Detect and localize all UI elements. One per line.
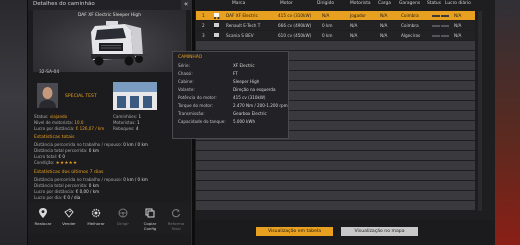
table-row[interactable]: 1 DAF XF Electric 415 cv (310kW) N/A Jog… (196, 11, 475, 20)
license-plate: 32-SA-04 (39, 70, 60, 75)
empty-row (196, 171, 475, 180)
tooltip-title: CAMINHÃO (178, 55, 203, 60)
tooltip-key: Potência do motor: (178, 95, 217, 100)
upgrade-gear-icon (91, 208, 101, 218)
garage-drivers-row: Motoristas: 1 (113, 120, 140, 125)
condition-stars: ★★★★★ (55, 161, 78, 166)
refresh-icon (171, 209, 181, 218)
driver-avatar (37, 83, 58, 108)
empty-row (196, 161, 475, 170)
tooltip-key: Volante: (178, 87, 195, 92)
sell-button[interactable]: Vender (56, 203, 82, 233)
copy-icon (145, 208, 155, 218)
table-row[interactable]: 3 Scania S BEV 610 cv (450kW) 0 km N/A N… (196, 31, 475, 40)
column-header-daily-profit[interactable]: Lucro diário (445, 1, 471, 6)
column-header-motor[interactable]: Motor (280, 1, 293, 6)
tooltip-key: Série: (178, 63, 190, 68)
tooltip-key: Transmissão: (178, 111, 205, 116)
full-repair-button[interactable]: Reforma Total (163, 203, 189, 233)
truck-image (91, 21, 148, 66)
tooltip-key: Cabine: (178, 79, 194, 84)
column-header-garages[interactable]: Garagens (399, 1, 420, 6)
table-view-button[interactable]: Visualização em tabela (256, 227, 333, 236)
location-pin-icon (39, 208, 47, 218)
relocate-button[interactable]: Realocar (30, 203, 56, 233)
driver-name[interactable]: SPECIAL TEST (65, 94, 97, 99)
sell-icon (64, 208, 74, 218)
truck-thumbnail-icon (214, 23, 220, 29)
steering-wheel-icon (118, 208, 128, 218)
empty-row (196, 41, 475, 50)
recent-work-rest-row: Distância percorrida no trabalho / repou… (34, 177, 148, 182)
condition-row: Condição: ★★★★★ (34, 160, 78, 166)
panel-header: Detalhes do caminhão « (28, 0, 191, 10)
garage-trucks-row: Caminhões: 1 (113, 114, 142, 119)
tooltip-value: Sleeper High (233, 79, 260, 84)
empty-row (196, 181, 475, 190)
tooltip-value: XF Electric (233, 63, 255, 68)
tooltip-value: 5.000 kWh (233, 119, 256, 124)
tooltip-key: Capacidade do tanque: (178, 119, 226, 124)
column-header-driver[interactable]: Motorista (350, 1, 371, 6)
map-view-button[interactable]: Visualização no mapa (341, 227, 418, 236)
status-bar (432, 33, 449, 38)
copy-config-button[interactable]: Copiar Config (137, 203, 163, 233)
truck-preview: DAF XF Electric Sleeper High 32-SA-04 ★ (33, 10, 187, 76)
total-stats-title: Estatísticas totais (34, 135, 75, 140)
garage-image (113, 82, 157, 110)
tooltip-key: Chassi: (178, 71, 193, 76)
truck-thumbnail-icon (214, 33, 220, 39)
empty-row (196, 141, 475, 150)
recent-profit-distance-row: Lucro por distância: € 0,00 / km (34, 189, 100, 194)
tooltip-value: FT (233, 71, 238, 76)
tooltip-value: 2.470 Nm / 200-1.200 rpm (233, 103, 288, 108)
truck-thumbnail-icon (214, 13, 220, 19)
truck-info-tooltip: CAMINHÃO Série: XF Electric Chassi: FT C… (172, 51, 289, 139)
tooltip-value: Direção na esquerda (233, 87, 276, 92)
driver-level-row: Nível de motorista: 10.0 (34, 120, 84, 125)
recent-distance-row: Distância total percorrida: 0 km (34, 183, 99, 188)
recent-profit-day-row: Lucro por dia: € 0 / dia (34, 195, 81, 200)
tooltip-value: 415 cv (310kW) (233, 95, 266, 100)
garage-trailers-row: Reboques: 4 (113, 126, 139, 131)
table-row[interactable]: 2 Renault E-Tech T 666 cv (490kW) 0 km N… (196, 21, 475, 30)
status-bar (432, 13, 449, 18)
background-left (0, 0, 27, 245)
column-header-driven[interactable]: Dirigido (317, 1, 334, 6)
table-scrollbar[interactable] (478, 11, 482, 211)
column-header-cargo[interactable]: Carga (378, 1, 391, 6)
tooltip-value: Gearbox Electric (233, 111, 267, 116)
panel-title: Detalhes do caminhão (33, 1, 95, 7)
recent-stats-title: Estatísticas dos últimos 7 dias (34, 170, 104, 175)
column-header-status[interactable]: Status (427, 1, 441, 6)
drive-button[interactable]: Dirigir (110, 203, 136, 233)
status-bar (432, 23, 449, 28)
total-work-rest-row: Distância percorrida no trabalho / repou… (34, 142, 148, 147)
total-profit-row: Lucro total: € 0 (34, 154, 66, 159)
tooltip-key: Torque do motor: (178, 103, 213, 108)
total-distance-row: Distância total percorrida: 0 km (34, 148, 99, 153)
collapse-icon[interactable]: « (181, 0, 191, 10)
profit-distance-row: Lucro por distância: € 126,07 / km (34, 126, 105, 131)
column-header-brand[interactable]: Marca (232, 1, 245, 6)
empty-row (196, 201, 475, 210)
status-row: Status: viajando (34, 114, 68, 119)
empty-row (196, 191, 475, 200)
empty-row (196, 151, 475, 160)
background-right (493, 0, 520, 245)
upgrade-button[interactable]: Melhorar (83, 203, 109, 233)
